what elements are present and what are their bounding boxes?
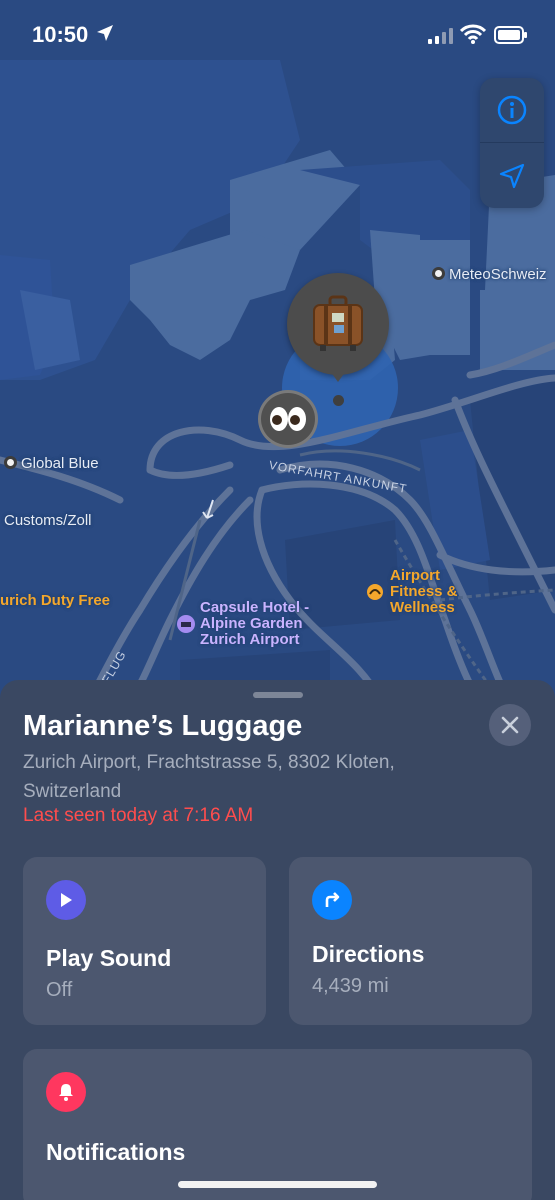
info-icon: [497, 95, 527, 125]
fitness-icon: [367, 584, 383, 600]
map-controls: [480, 78, 544, 208]
marker-location-dot: [333, 395, 344, 406]
map-info-button[interactable]: [480, 78, 544, 143]
poi-global-blue[interactable]: Global Blue: [4, 455, 99, 472]
poi-customs[interactable]: Customs/Zoll: [4, 512, 92, 529]
play-icon: [46, 880, 86, 920]
status-time: 10:50: [32, 22, 89, 47]
poi-label: Global Blue: [21, 455, 99, 472]
directions-button[interactable]: Directions 4,439 mi: [289, 857, 532, 1025]
poi-label: MeteoSchweiz: [449, 266, 547, 283]
close-icon: [501, 716, 519, 734]
poi-airport-fitness[interactable]: Airport Fitness & Wellness: [366, 568, 458, 616]
poi-label-line: Fitness &: [390, 583, 458, 600]
location-services-icon: [97, 25, 113, 41]
suitcase-icon: [313, 295, 363, 351]
item-name: Marianne’s Luggage: [23, 710, 303, 742]
play-sound-status: Off: [46, 979, 73, 1001]
directions-label: Directions: [312, 941, 425, 967]
close-button[interactable]: [489, 704, 531, 746]
poi-label-line: Wellness: [390, 599, 455, 616]
poi-dot-icon: [432, 267, 445, 280]
status-bar: 10:50: [0, 0, 555, 70]
bed-icon: [177, 615, 195, 633]
eyes-icon: [270, 407, 306, 431]
sheet-grabber[interactable]: [253, 692, 303, 698]
wifi-icon: [460, 24, 486, 44]
poi-duty-free[interactable]: urich Duty Free: [0, 592, 110, 609]
location-arrow-icon: [499, 163, 525, 188]
poi-label-line: Airport: [390, 567, 440, 584]
poi-label: Customs/Zoll: [4, 512, 92, 529]
poi-label-line: Zurich Airport: [200, 631, 300, 648]
directions-icon: [312, 880, 352, 920]
battery-icon: [494, 26, 527, 44]
directions-distance: 4,439 mi: [312, 975, 389, 997]
notifications-section[interactable]: Notifications: [23, 1049, 532, 1200]
memoji-marker[interactable]: [258, 390, 318, 448]
poi-label-line: Alpine Garden: [200, 615, 303, 632]
marker-pointer: [328, 368, 348, 382]
play-sound-button[interactable]: Play Sound Off: [23, 857, 266, 1025]
notifications-label: Notifications: [46, 1139, 186, 1165]
cellular-signal-icon: [428, 28, 453, 44]
last-seen-status: Last seen today at 7:16 AM: [23, 805, 254, 826]
home-indicator[interactable]: [178, 1181, 377, 1188]
poi-meteoschweiz[interactable]: MeteoSchweiz: [432, 266, 547, 283]
poi-dot-icon: [4, 456, 17, 469]
bell-icon: [46, 1072, 86, 1112]
item-address: Zurich Airport, Frachtstrasse 5, 8302 Kl…: [23, 752, 395, 802]
current-location-button[interactable]: [480, 143, 544, 208]
poi-label: urich Duty Free: [0, 592, 111, 609]
poi-capsule-hotel[interactable]: Capsule Hotel - Alpine Garden Zurich Air…: [176, 600, 309, 648]
item-detail-sheet: Marianne’s Luggage Zurich Airport, Frach…: [0, 680, 555, 1200]
play-sound-label: Play Sound: [46, 945, 172, 971]
poi-label-line: Capsule Hotel -: [200, 599, 310, 616]
luggage-marker[interactable]: [287, 273, 389, 375]
